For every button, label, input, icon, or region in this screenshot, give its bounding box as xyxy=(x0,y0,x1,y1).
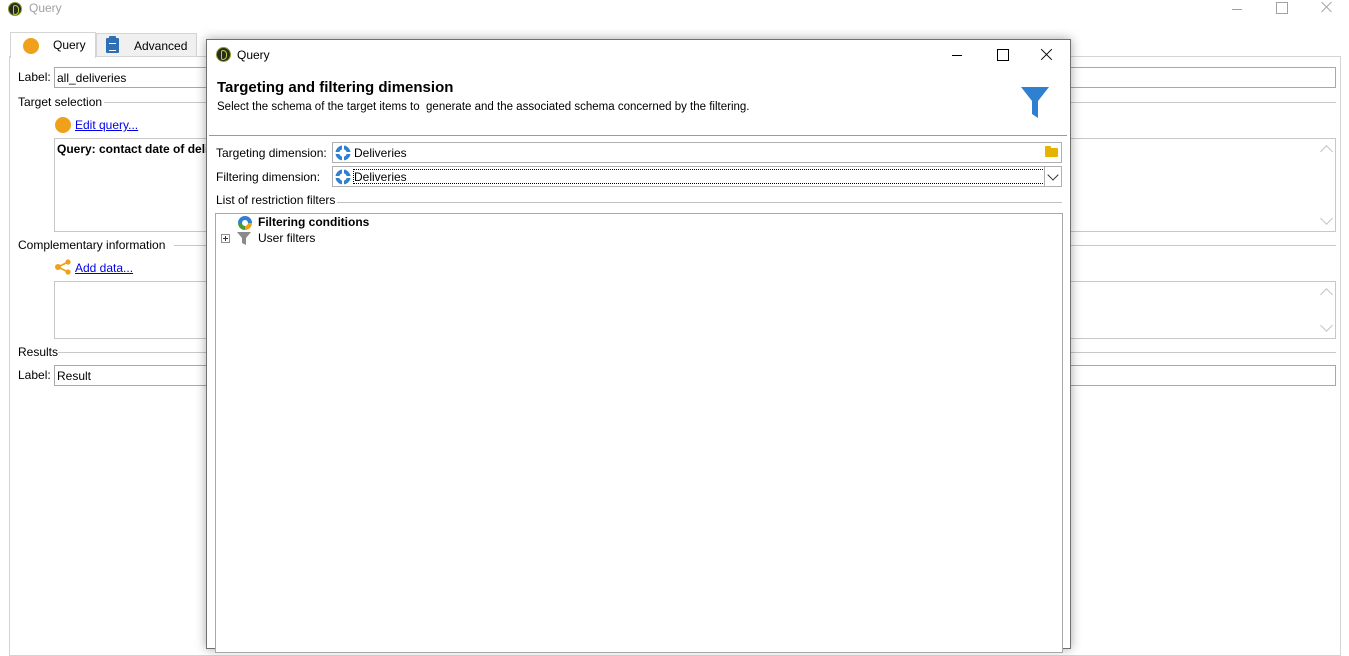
query-circle-icon xyxy=(23,38,39,54)
tab-advanced-label: Advanced xyxy=(134,39,188,53)
scroll-down-icon[interactable] xyxy=(1320,212,1333,225)
targeting-dimension-value: Deliveries xyxy=(354,146,407,160)
expand-icon[interactable] xyxy=(221,234,230,243)
header-separator xyxy=(209,135,1067,136)
restriction-filters-heading: List of restriction filters xyxy=(216,193,336,207)
schema-icon xyxy=(335,145,351,161)
dialog-maximize-button[interactable] xyxy=(979,40,1025,70)
folder-icon xyxy=(1045,146,1058,157)
label-field-value: all_deliveries xyxy=(57,71,127,85)
edit-query-icon xyxy=(55,117,71,133)
label-caption: Label: xyxy=(18,70,51,84)
add-data-link[interactable]: Add data... xyxy=(75,261,133,275)
scroll-up-icon[interactable] xyxy=(1320,145,1333,158)
close-button[interactable] xyxy=(1312,0,1342,18)
tab-query[interactable]: Query xyxy=(10,32,96,58)
scroll-down-icon[interactable] xyxy=(1320,319,1333,332)
edit-query-link[interactable]: Edit query... xyxy=(75,118,138,132)
maximize-button[interactable] xyxy=(1266,0,1296,18)
schema-icon xyxy=(335,169,351,185)
funnel-icon xyxy=(237,232,251,245)
query-dialog: Query Targeting and filtering dimension … xyxy=(206,39,1071,653)
dialog-titlebar[interactable]: Query xyxy=(207,40,1070,70)
filtering-dimension-select[interactable]: Deliveries xyxy=(332,166,1062,187)
clipboard-icon xyxy=(106,36,119,53)
result-label-value: Result xyxy=(57,369,92,383)
filtering-dimension-label: Filtering dimension: xyxy=(216,170,321,184)
background-titlebar: Query xyxy=(0,0,1349,24)
dialog-header: Targeting and filtering dimension Select… xyxy=(207,70,1070,136)
query-description-text: Query: contact date of deli xyxy=(57,142,209,156)
minimize-button[interactable] xyxy=(1222,0,1252,18)
app-icon xyxy=(8,2,22,16)
background-window-title: Query xyxy=(29,1,62,15)
scroll-up-icon[interactable] xyxy=(1320,288,1333,301)
browse-folder-button[interactable] xyxy=(1042,144,1060,161)
funnel-icon xyxy=(1021,87,1049,118)
tree-item-user-filters[interactable]: User filters xyxy=(216,214,516,248)
dialog-title: Query xyxy=(237,48,270,62)
targeting-dimension-label: Targeting dimension: xyxy=(216,146,327,160)
share-icon xyxy=(55,259,71,275)
dialog-minimize-button[interactable] xyxy=(934,40,980,70)
dialog-close-button[interactable] xyxy=(1024,40,1070,70)
tree-item-label: User filters xyxy=(258,231,316,245)
target-selection-heading: Target selection xyxy=(18,95,103,109)
dialog-heading: Targeting and filtering dimension xyxy=(217,79,454,96)
result-label-caption: Label: xyxy=(18,368,51,382)
complementary-heading: Complementary information xyxy=(18,238,166,252)
tab-advanced[interactable]: Advanced xyxy=(96,33,197,57)
filtering-dimension-value: Deliveries xyxy=(354,170,407,184)
tab-query-label: Query xyxy=(53,38,86,52)
dialog-subtitle: Select the schema of the target items to… xyxy=(217,101,750,113)
chevron-down-icon[interactable] xyxy=(1044,167,1061,186)
section-divider xyxy=(337,202,1062,203)
targeting-dimension-field[interactable]: Deliveries xyxy=(332,142,1062,163)
results-heading: Results xyxy=(18,345,59,359)
app-icon xyxy=(216,47,231,62)
focus-outline xyxy=(353,169,1045,184)
restriction-filters-tree[interactable]: Filtering conditions User filters xyxy=(215,213,1063,653)
